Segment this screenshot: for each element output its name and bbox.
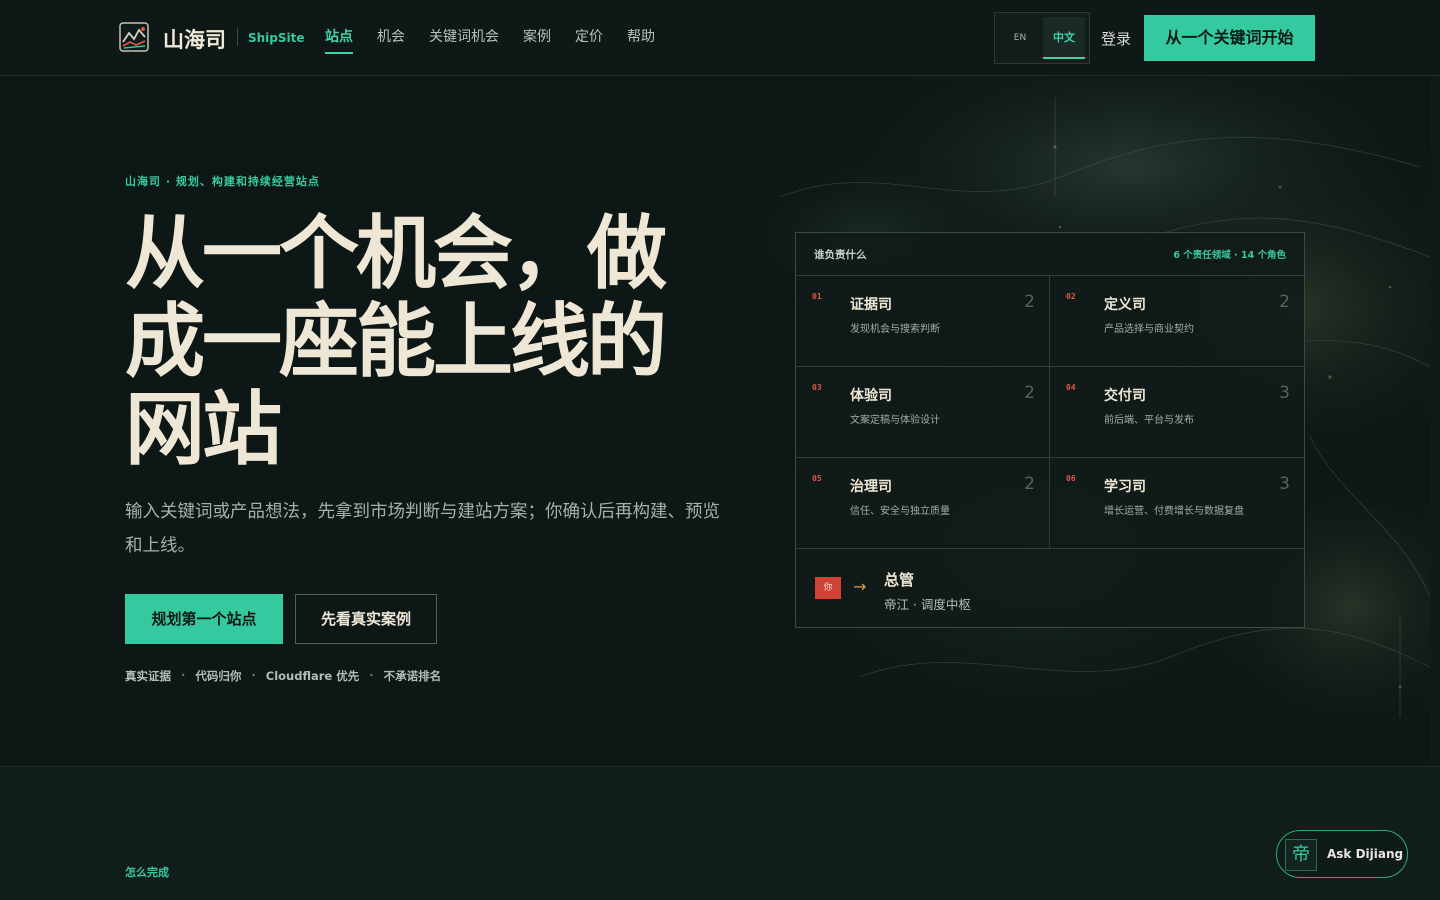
coordinator-subtitle: 帝江 · 调度中枢	[884, 597, 971, 612]
brand-divider	[237, 28, 238, 46]
department-desc: 文案定稿与体验设计	[850, 415, 940, 426]
department-number: 03	[812, 383, 822, 392]
nav-item-sites[interactable]: 站点	[325, 26, 353, 54]
hero-section: 山海司 · 规划、构建和持续经营站点 从一个机会，做成一座能上线的网站 输入关键…	[0, 77, 1440, 766]
lang-en-button[interactable]: EN	[999, 17, 1041, 59]
trust-item: Cloudflare 优先	[265, 669, 360, 683]
coordinator-row[interactable]: 你 → 总管 帝江 · 调度中枢	[796, 549, 1304, 627]
department-number: 01	[812, 292, 822, 301]
department-title: 体验司	[850, 388, 892, 404]
department-card-experience[interactable]: 03 体验司 文案定稿与体验设计 2	[796, 367, 1050, 458]
trust-line: 真实证据 · 代码归你 · Cloudflare 优先 · 不承诺排名	[125, 668, 441, 684]
department-number: 06	[1066, 474, 1076, 483]
brand-name[interactable]: 山海司	[163, 24, 226, 54]
department-role-count: 2	[1024, 292, 1035, 312]
trust-item: 真实证据	[125, 669, 171, 683]
panel-header: 谁负责什么 6 个责任领域 · 14 个角色	[796, 233, 1304, 276]
department-title: 学习司	[1104, 479, 1146, 495]
department-desc: 产品选择与商业契约	[1104, 324, 1194, 335]
department-desc: 前后端、平台与发布	[1104, 415, 1194, 426]
separator-dot: ·	[251, 668, 256, 682]
ask-dijiang-button[interactable]: 帝 Ask Dijiang	[1276, 830, 1408, 878]
lang-zh-button[interactable]: 中文	[1043, 17, 1085, 59]
main-nav: 站点 机会 关键词机会 案例 定价 帮助	[325, 26, 679, 54]
department-title: 治理司	[850, 479, 892, 495]
ask-dijiang-label: Ask Dijiang	[1327, 847, 1404, 861]
nav-item-help[interactable]: 帮助	[627, 26, 655, 54]
department-title: 证据司	[850, 297, 892, 313]
department-role-count: 2	[1024, 474, 1035, 494]
brand-name-en[interactable]: ShipSite	[248, 31, 305, 45]
dijiang-icon: 帝	[1285, 839, 1317, 871]
hero-eyebrow: 山海司 · 规划、构建和持续经营站点	[125, 175, 320, 188]
coordinator-title: 总管	[884, 571, 915, 589]
department-card-governance[interactable]: 05 治理司 信任、安全与独立质量 2	[796, 458, 1050, 549]
department-desc: 信任、安全与独立质量	[850, 506, 950, 517]
nav-item-opportunities[interactable]: 机会	[377, 26, 405, 54]
department-desc: 增长运营、付费增长与数据复盘	[1104, 506, 1244, 517]
department-role-count: 2	[1024, 383, 1035, 403]
separator-dot: ·	[369, 668, 374, 682]
hero-subtitle: 输入关键词或产品想法，先拿到市场判断与建站方案；你确认后再构建、预览和上线。	[125, 502, 720, 556]
nav-item-keyword-opportunities[interactable]: 关键词机会	[429, 26, 499, 54]
nav-item-cases[interactable]: 案例	[523, 26, 551, 54]
panel-title: 谁负责什么	[814, 249, 867, 261]
department-number: 02	[1066, 292, 1076, 301]
responsibility-panel: 谁负责什么 6 个责任领域 · 14 个角色 01 证据司 发现机会与搜索判断 …	[795, 232, 1305, 628]
department-number: 05	[812, 474, 822, 483]
hero-headline: 从一个机会，做成一座能上线的网站	[125, 206, 667, 476]
separator-dot: ·	[181, 668, 186, 682]
section-eyebrow: 怎么完成	[125, 866, 169, 879]
panel-stats: 6 个责任领域 · 14 个角色	[1173, 250, 1286, 261]
login-link[interactable]: 登录	[1101, 28, 1131, 49]
trust-item: 代码归你	[195, 669, 242, 683]
department-number: 04	[1066, 383, 1076, 392]
language-switcher: EN 中文	[994, 12, 1090, 64]
department-desc: 发现机会与搜索判断	[850, 324, 940, 335]
nav-item-pricing[interactable]: 定价	[575, 26, 603, 54]
arrow-right-icon: →	[853, 577, 867, 596]
department-title: 交付司	[1104, 388, 1146, 404]
plan-first-site-button[interactable]: 规划第一个站点	[125, 594, 283, 644]
department-card-delivery[interactable]: 04 交付司 前后端、平台与发布 3	[1050, 367, 1304, 458]
department-card-definition[interactable]: 02 定义司 产品选择与商业契约 2	[1050, 276, 1304, 367]
you-badge: 你	[815, 577, 841, 599]
view-cases-button[interactable]: 先看真实案例	[295, 594, 437, 644]
start-keyword-button[interactable]: 从一个关键词开始	[1144, 15, 1315, 61]
department-role-count: 2	[1279, 292, 1290, 312]
logo-mountain-icon[interactable]	[119, 22, 149, 52]
department-role-count: 3	[1279, 383, 1290, 403]
top-navbar: 山海司 ShipSite 站点 机会 关键词机会 案例 定价 帮助 EN 中文 …	[0, 0, 1440, 76]
trust-item: 不承诺排名	[383, 669, 442, 683]
department-card-learning[interactable]: 06 学习司 增长运营、付费增长与数据复盘 3	[1050, 458, 1304, 549]
department-title: 定义司	[1104, 297, 1146, 313]
department-role-count: 3	[1279, 474, 1290, 494]
department-card-evidence[interactable]: 01 证据司 发现机会与搜索判断 2	[796, 276, 1050, 367]
how-it-works-section: 怎么完成	[0, 766, 1440, 900]
